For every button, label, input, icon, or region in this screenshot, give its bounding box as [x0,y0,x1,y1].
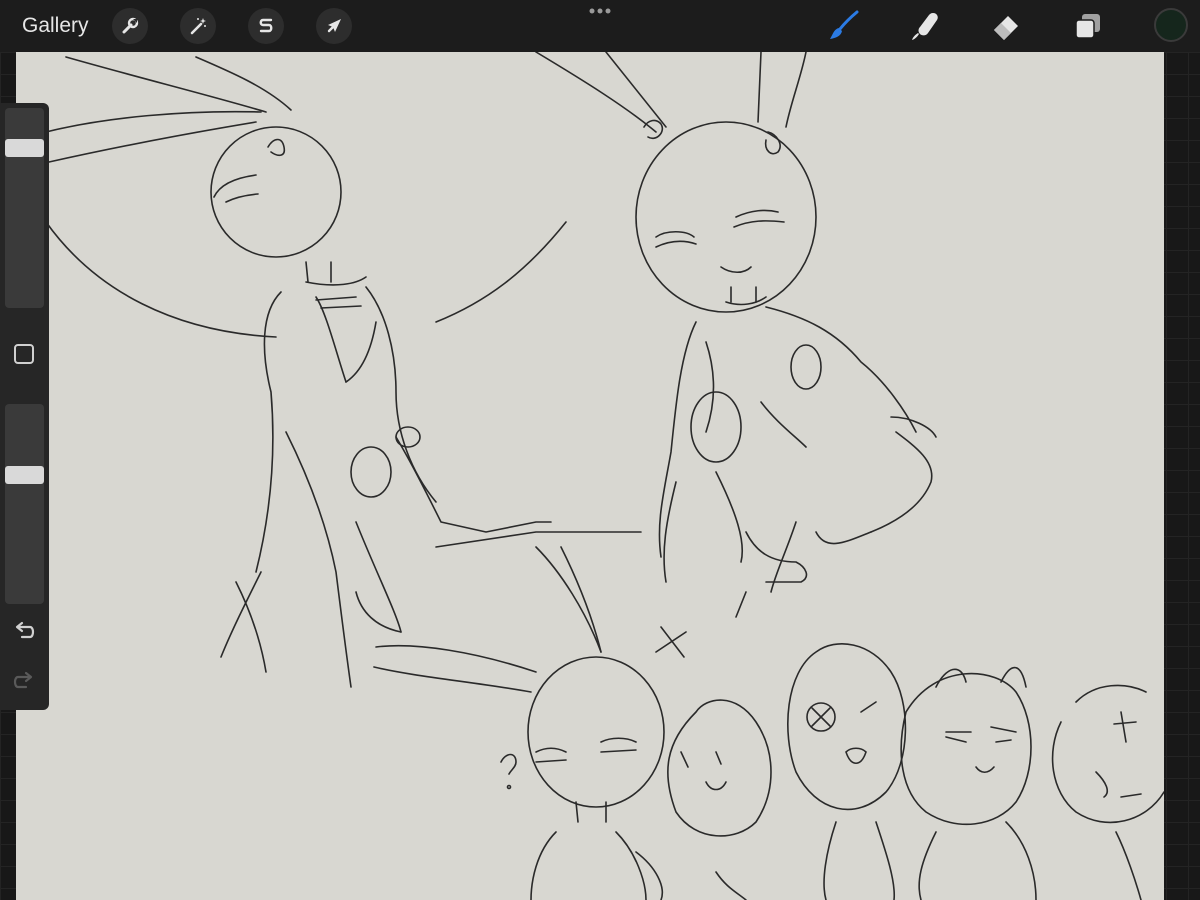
smudge-tool-button[interactable] [908,8,944,44]
selection-button[interactable] [248,8,284,44]
transform-button[interactable] [316,8,352,44]
actions-button[interactable] [112,8,148,44]
opacity-slider[interactable] [5,404,44,604]
brush-size-slider[interactable] [5,108,44,308]
smudge-icon [912,13,938,40]
redo-arrow-icon[interactable] [12,671,36,691]
gallery-button[interactable]: Gallery [22,14,89,38]
selection-s-icon [259,18,273,33]
sketch-artwork [16,52,1164,900]
drawing-canvas[interactable] [16,52,1164,900]
layers-icon [1075,14,1100,39]
square-modify-icon[interactable] [14,344,34,364]
eraser-tool-button[interactable] [988,8,1024,44]
layers-button[interactable] [1070,8,1106,44]
brush-icon [830,10,859,39]
sidebar-panel [0,103,49,710]
opacity-thumb[interactable] [5,466,44,484]
arrow-cursor-icon [327,19,341,33]
color-picker-button[interactable] [1154,8,1188,42]
more-dots-icon[interactable] [586,4,614,18]
magic-wand-icon [190,18,206,35]
brush-tool-button[interactable] [826,8,862,44]
top-toolbar: Gallery [0,0,1200,52]
undo-arrow-icon[interactable] [12,621,36,641]
eraser-icon [994,16,1018,40]
adjustments-button[interactable] [180,8,216,44]
wrench-icon [122,17,139,34]
brush-size-thumb[interactable] [5,139,44,157]
